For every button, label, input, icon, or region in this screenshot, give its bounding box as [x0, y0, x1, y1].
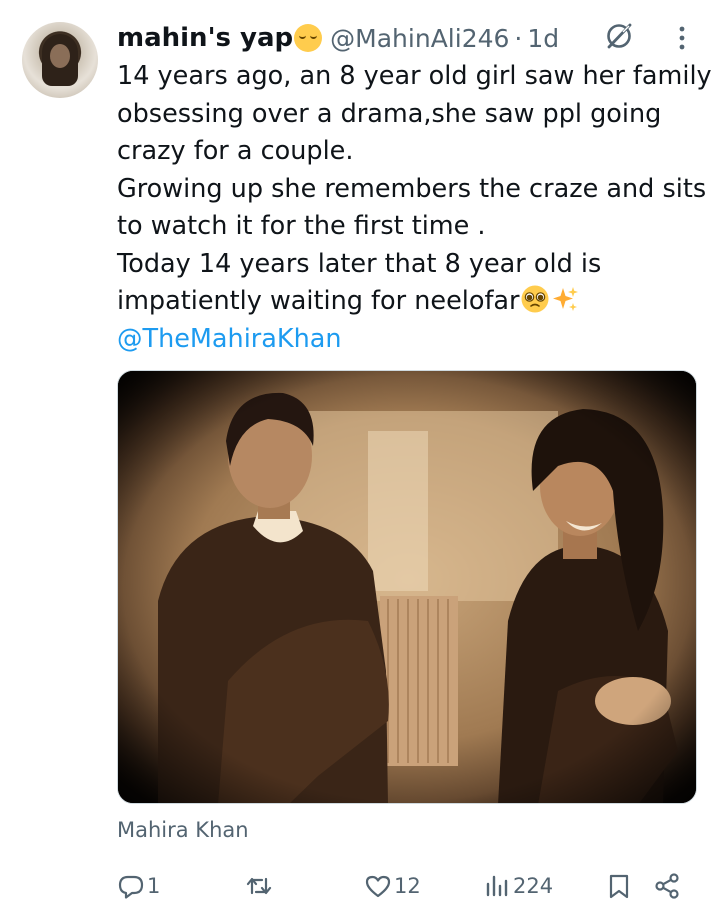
views-button[interactable]: 224 [483, 866, 553, 906]
media-caption: Mahira Khan [117, 818, 249, 842]
tweet-text-line: Today 14 years later that 8 year old is [117, 248, 602, 279]
timestamp[interactable]: 1d [527, 24, 559, 53]
repost-icon [246, 877, 272, 895]
display-name[interactable]: mahin's yap [117, 23, 293, 53]
views-icon [486, 875, 508, 897]
like-button[interactable]: 12 [364, 866, 421, 906]
avatar[interactable] [22, 22, 98, 98]
sparkles-emoji-icon [552, 287, 578, 311]
mention-link[interactable]: @TheMahiraKhan [117, 321, 707, 359]
tweet-media-image[interactable] [117, 370, 697, 804]
tweet-header: mahin's yap @MahinAli246 · 1d [117, 20, 559, 56]
reply-icon [118, 875, 144, 899]
tweet-text-line: impatiently waiting for neelofar [117, 286, 520, 316]
pleading-face-emoji-icon [521, 285, 549, 313]
share-icon [655, 873, 679, 899]
user-handle[interactable]: @MahinAli246 [330, 24, 509, 53]
share-button[interactable] [653, 866, 681, 906]
action-bar: 1 12 224 [117, 866, 697, 906]
reply-button[interactable]: 1 [117, 866, 160, 906]
like-count: 12 [394, 874, 421, 898]
sepia-photo-couple [118, 371, 696, 803]
tweet-text-line: crazy for a couple. [117, 136, 354, 166]
tweet-text-line: to watch it for the first time . [117, 211, 486, 241]
more-icon[interactable] [674, 24, 690, 52]
tweet-text-line: Growing up she remembers the craze and s… [117, 173, 707, 204]
tweet-text: 14 years ago, an 8 year old girl saw her… [117, 58, 712, 359]
tweet-text-line-last: impatiently waiting for neelofar [117, 283, 707, 321]
bookmark-icon [609, 874, 629, 899]
tweet-text-line: 14 years ago, an 8 year old girl saw her… [117, 61, 712, 91]
bookmark-button[interactable] [605, 866, 633, 906]
grok-icon[interactable] [603, 20, 635, 52]
heart-icon [365, 875, 391, 898]
reply-count: 1 [147, 874, 161, 898]
views-count: 224 [513, 874, 554, 898]
repost-button[interactable] [245, 866, 275, 906]
relieved-face-emoji-icon [294, 24, 323, 52]
separator-dot: · [514, 23, 523, 53]
avatar-face [50, 44, 70, 68]
tweet-text-line: obsessing over a drama,she saw ppl going [117, 98, 662, 129]
